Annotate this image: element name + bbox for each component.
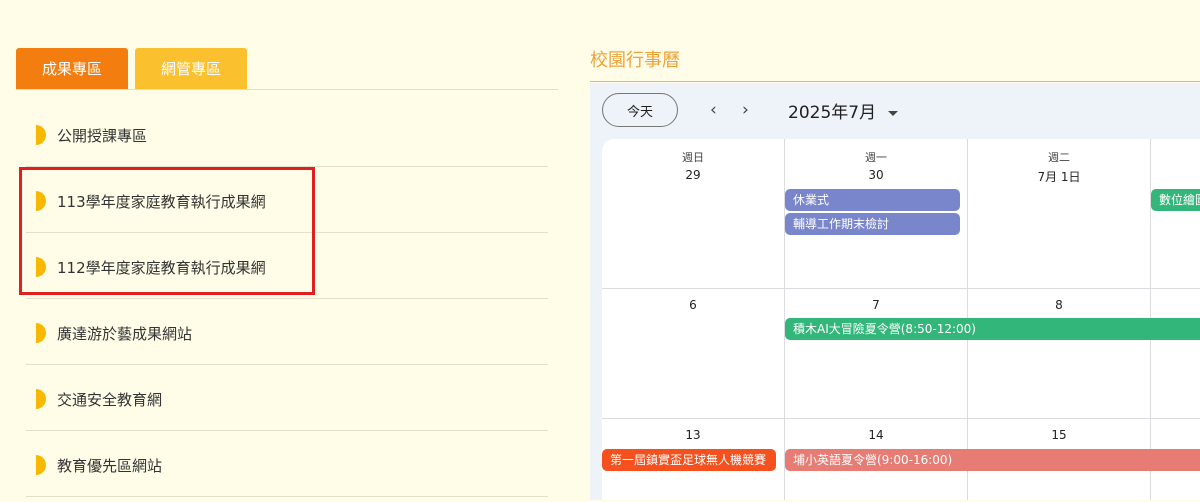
calendar-event[interactable]: 積木AI大冒險夏令營(8:50-12:00) <box>785 318 1200 340</box>
list-item-label: 交通安全教育網 <box>57 391 163 409</box>
calendar-event[interactable]: 數位繪圖 <box>1151 189 1200 211</box>
list-item-label: 113學年度家庭教育執行成果網 <box>57 193 266 211</box>
list-item[interactable]: 廣達游於藝成果網站 <box>26 299 548 365</box>
day-number[interactable]: 7月 1日 <box>968 168 1150 185</box>
day-number[interactable]: 6 <box>602 298 784 312</box>
month-label: 2025年7月 <box>788 103 877 123</box>
calendar-title-divider <box>590 81 1200 82</box>
half-circle-bullet-icon <box>36 257 46 277</box>
half-circle-bullet-icon <box>36 389 46 409</box>
day-number[interactable]: 30 <box>785 168 967 182</box>
list-item[interactable]: 112學年度家庭教育執行成果網 <box>26 233 548 299</box>
chevron-left-icon[interactable]: ‹ <box>710 100 717 120</box>
chevron-right-icon[interactable]: › <box>742 100 749 120</box>
weekday-sun: 週日 <box>682 151 704 164</box>
calendar-event[interactable]: 埔小英語夏令營(9:00-16:00) <box>785 449 1200 471</box>
day-number[interactable]: 8 <box>968 298 1150 312</box>
list-item[interactable]: 公開授課專區 <box>26 101 548 167</box>
tab-divider <box>16 89 558 90</box>
list-item-label: 廣達游於藝成果網站 <box>57 325 193 343</box>
calendar-event[interactable]: 休業式 <box>785 189 960 211</box>
half-circle-bullet-icon <box>36 191 46 211</box>
today-button[interactable]: 今天 <box>602 93 678 127</box>
half-circle-bullet-icon <box>36 323 46 343</box>
caret-down-icon <box>888 110 899 116</box>
day-number[interactable]: 29 <box>602 168 784 182</box>
list-item-label: 公開授課專區 <box>57 127 148 145</box>
tab-network-admin[interactable]: 網管專區 <box>135 48 247 90</box>
calendar-title: 校園行事曆 <box>590 50 680 71</box>
tab-achievements[interactable]: 成果專區 <box>16 48 128 90</box>
weekday-tue: 週二 <box>1048 151 1070 164</box>
grid-line <box>602 418 1200 419</box>
day-number[interactable]: 15 <box>968 428 1150 442</box>
tab-bar: 成果專區 網管專區 <box>16 48 558 90</box>
day-number[interactable]: 14 <box>785 428 967 442</box>
half-circle-bullet-icon <box>36 125 46 145</box>
link-list: 公開授課專區 113學年度家庭教育執行成果網 112學年度家庭教育執行成果網 廣… <box>26 101 548 497</box>
half-circle-bullet-icon <box>36 455 46 475</box>
day-number[interactable]: 7 <box>785 298 967 312</box>
list-item[interactable]: 教育優先區網站 <box>26 431 548 497</box>
list-item-label: 112學年度家庭教育執行成果網 <box>57 259 266 277</box>
list-item[interactable]: 113學年度家庭教育執行成果網 <box>26 167 548 233</box>
list-item-label: 教育優先區網站 <box>57 457 163 475</box>
list-item[interactable]: 交通安全教育網 <box>26 365 548 431</box>
calendar-widget: 今天 ‹ › 2025年7月 週日 週一 週二 29 30 7月 1日 6 7 … <box>590 83 1200 500</box>
weekday-mon: 週一 <box>865 151 887 164</box>
grid-line <box>602 288 1200 289</box>
month-selector[interactable]: 2025年7月 <box>788 98 899 123</box>
day-number[interactable]: 13 <box>602 428 784 442</box>
calendar-event[interactable]: 第一屆鎮實盃足球無人機競賽 <box>602 449 776 471</box>
calendar-grid: 週日 週一 週二 29 30 7月 1日 6 7 8 13 14 15 休業式 … <box>602 139 1200 500</box>
calendar-event[interactable]: 輔導工作期末檢討 <box>785 213 960 235</box>
